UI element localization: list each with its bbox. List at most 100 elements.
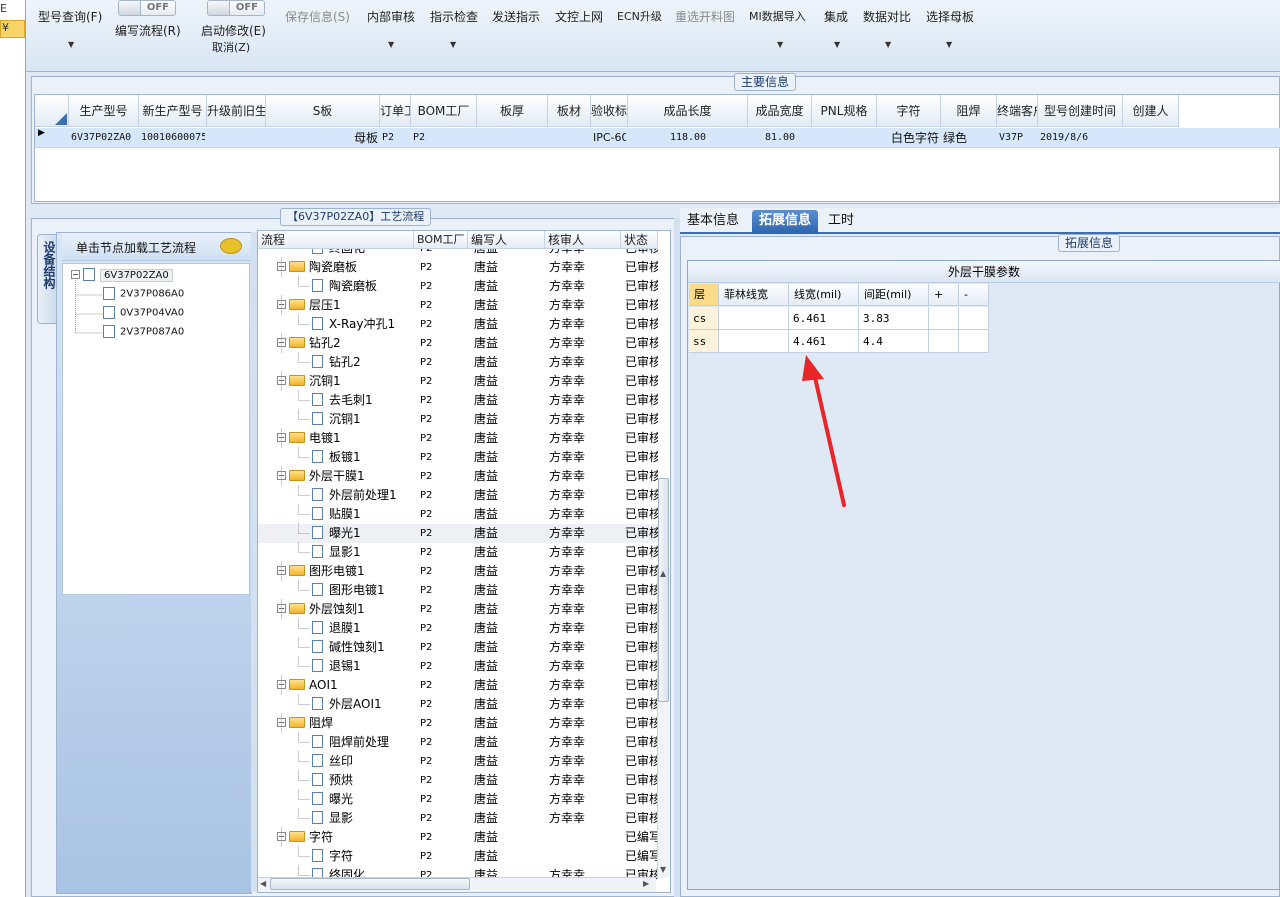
table-row[interactable]: 外层AOI1 P2 唐益 方幸幸 已审核 <box>258 695 658 714</box>
scroll-right-arrow-icon[interactable]: ▶ <box>643 879 649 888</box>
save-info-button[interactable]: 保存信息(S) <box>285 8 350 25</box>
table-row[interactable]: −字符P2唐益已编写 <box>258 828 658 847</box>
horizontal-scroll-thumb[interactable] <box>270 878 470 890</box>
scroll-left-arrow-icon[interactable]: ◀ <box>260 879 266 888</box>
ecn-upgrade-button[interactable]: ECN升级 <box>617 8 662 24</box>
speech-bubble-icon[interactable] <box>220 238 242 254</box>
column-header[interactable]: 板厚 <box>477 95 548 127</box>
table-row[interactable]: −AOI1P2唐益方幸幸已审核 <box>258 676 658 695</box>
column-header[interactable]: 生产型号 <box>69 95 139 127</box>
column-header[interactable]: PNL规格 <box>812 95 877 127</box>
column-header[interactable]: 型号创建时间 <box>1038 95 1123 127</box>
table-row[interactable]: 碱性蚀刻1 P2 唐益 方幸幸 已审核 <box>258 638 658 657</box>
cancel-button[interactable]: 取消(Z) <box>212 39 250 55</box>
table-row[interactable]: X-Ray冲孔1 P2 唐益 方幸幸 已审核 <box>258 315 658 334</box>
table-row[interactable]: 曝光 P2 唐益 方幸幸 已审核 <box>258 790 658 809</box>
edit-flow-toggle[interactable]: OFF <box>118 0 176 16</box>
table-row[interactable]: −电镀1P2唐益方幸幸已审核 <box>258 429 658 448</box>
collapse-icon[interactable]: − <box>71 270 80 279</box>
table-row[interactable]: 板镀1 P2 唐益 方幸幸 已审核 <box>258 448 658 467</box>
table-row[interactable]: 钻孔2 P2 唐益 方幸幸 已审核 <box>258 353 658 372</box>
param-cell[interactable]: cs <box>689 307 719 330</box>
send-instruction-button[interactable]: 发送指示 <box>492 8 540 25</box>
table-row[interactable]: 外层前处理1 P2 唐益 方幸幸 已审核 <box>258 486 658 505</box>
table-row[interactable]: −钻孔2P2唐益方幸幸已审核 <box>258 334 658 353</box>
column-header[interactable]: 创建人 <box>1123 95 1179 127</box>
param-cell[interactable] <box>719 330 789 353</box>
tree-child[interactable]: 0V37P04VA0 <box>103 306 184 319</box>
tab-work-hours[interactable]: 工时 <box>821 210 861 234</box>
table-row[interactable]: 退锡1 P2 唐益 方幸幸 已审核 <box>258 657 658 676</box>
table-row[interactable]: 显影 P2 唐益 方幸幸 已审核 <box>258 809 658 828</box>
side-highlight[interactable]: ¥ <box>0 20 25 38</box>
table-row[interactable]: 去毛刺1 P2 唐益 方幸幸 已审核 <box>258 391 658 410</box>
column-header[interactable]: 流程 <box>258 231 414 249</box>
param-column-header[interactable]: + <box>929 284 959 306</box>
internal-review-button[interactable]: 内部审核 <box>367 8 415 25</box>
param-cell[interactable] <box>719 307 789 330</box>
instruction-check-button[interactable]: 指示检查 <box>430 8 478 25</box>
tree-child[interactable]: 2V37P087A0 <box>103 325 184 338</box>
column-header[interactable]: 订单工厂 <box>380 95 411 127</box>
param-column-header[interactable]: 间距(mil) <box>859 284 929 306</box>
column-header[interactable]: 编写人 <box>468 231 545 249</box>
table-row[interactable]: 陶瓷磨板 P2 唐益 方幸幸 已审核 <box>258 277 658 296</box>
column-header[interactable]: S板 <box>266 95 380 127</box>
column-header[interactable]: BOM工厂 <box>411 95 477 127</box>
table-row[interactable]: 曝光1 P2 唐益 方幸幸 已审核 <box>258 524 658 543</box>
table-row[interactable]: −陶瓷磨板P2唐益方幸幸已审核 <box>258 258 658 277</box>
column-header[interactable]: 升级前旧生产型号 <box>207 95 266 127</box>
start-modify-toggle[interactable]: OFF <box>207 0 265 16</box>
select-master-button[interactable]: 选择母板 <box>926 8 974 25</box>
param-cell[interactable]: 4.4 <box>859 330 929 353</box>
column-header[interactable]: 状态 <box>621 231 658 249</box>
dropdown-arrow-icon[interactable]: ▼ <box>946 40 952 49</box>
column-header[interactable]: 成品长度 <box>628 95 748 127</box>
param-column-header[interactable]: - <box>959 284 989 306</box>
param-column-header[interactable]: 线宽(mil) <box>789 284 859 306</box>
vertical-scroll-thumb[interactable] <box>658 478 669 702</box>
model-query-button[interactable]: 型号查询(F) <box>38 8 102 25</box>
table-row[interactable]: −图形电镀1P2唐益方幸幸已审核 <box>258 562 658 581</box>
scroll-up-arrow-icon[interactable]: ▲ <box>660 569 666 578</box>
param-cell[interactable] <box>959 307 989 330</box>
table-row[interactable]: 显影1 P2 唐益 方幸幸 已审核 <box>258 543 658 562</box>
dropdown-arrow-icon[interactable]: ▼ <box>777 40 783 49</box>
column-header[interactable]: 阻焊 <box>941 95 997 127</box>
column-header[interactable]: BOM工厂 <box>414 231 468 249</box>
column-header[interactable]: 终端客户代码 <box>997 95 1038 127</box>
tab-extended-info[interactable]: 拓展信息 <box>752 210 819 234</box>
column-header[interactable]: 成品宽度 <box>748 95 812 127</box>
dropdown-arrow-icon[interactable]: ▼ <box>450 40 456 49</box>
param-cell[interactable] <box>959 330 989 353</box>
dropdown-arrow-icon[interactable]: ▼ <box>388 40 394 49</box>
start-modify-button[interactable]: 启动修改(E) <box>201 22 266 39</box>
table-row[interactable]: 退膜1 P2 唐益 方幸幸 已审核 <box>258 619 658 638</box>
doc-upload-button[interactable]: 文控上网 <box>555 8 603 25</box>
data-compare-button[interactable]: 数据对比 <box>863 8 911 25</box>
scroll-down-arrow-icon[interactable]: ▼ <box>660 865 666 874</box>
table-row[interactable]: 贴膜1 P2 唐益 方幸幸 已审核 <box>258 505 658 524</box>
table-row[interactable]: 图形电镀1 P2 唐益 方幸幸 已审核 <box>258 581 658 600</box>
table-row[interactable]: 沉铜1 P2 唐益 方幸幸 已审核 <box>258 410 658 429</box>
column-header[interactable]: 新生产型号 <box>139 95 207 127</box>
dropdown-arrow-icon[interactable]: ▼ <box>885 40 891 49</box>
dropdown-arrow-icon[interactable]: ▼ <box>68 40 74 49</box>
tree-child[interactable]: 2V37P086A0 <box>103 287 184 300</box>
table-row[interactable]: −外层干膜1P2唐益方幸幸已审核 <box>258 467 658 486</box>
table-row[interactable]: 预烘 P2 唐益 方幸幸 已审核 <box>258 771 658 790</box>
integrate-button[interactable]: 集成 <box>824 8 848 25</box>
table-row[interactable]: −沉铜1P2唐益方幸幸已审核 <box>258 372 658 391</box>
mi-import-button[interactable]: MI数据导入 <box>749 8 806 24</box>
param-column-header[interactable]: 菲林线宽 <box>719 284 789 306</box>
table-row[interactable]: −外层蚀刻1P2唐益方幸幸已审核 <box>258 600 658 619</box>
table-row[interactable]: 字符 P2 唐益 已编写 <box>258 847 658 866</box>
column-header[interactable]: 板材 <box>548 95 591 127</box>
param-column-header[interactable]: 层 <box>689 284 719 306</box>
column-header[interactable]: 验收标准 <box>591 95 628 127</box>
column-header[interactable]: 核审人 <box>545 231 621 249</box>
param-cell[interactable]: 6.461 <box>789 307 859 330</box>
redo-cut-button[interactable]: 重选开料图 <box>675 8 735 25</box>
param-cell[interactable] <box>929 307 959 330</box>
param-cell[interactable]: 4.461 <box>789 330 859 353</box>
